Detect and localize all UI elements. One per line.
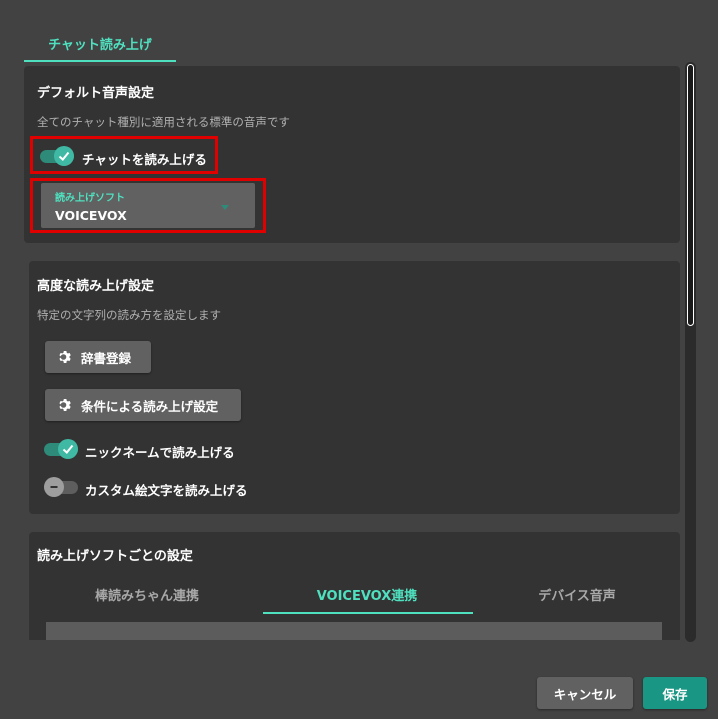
per-software-title: 読み上げソフトごとの設定	[37, 549, 193, 564]
cancel-button[interactable]: キャンセル	[537, 677, 633, 709]
scrollbar-thumb[interactable]	[687, 64, 694, 326]
custom-emoji-toggle-label: カスタム絵文字を読み上げる	[85, 483, 248, 498]
settings-scroll-area[interactable]: デフォルト音声設定 全てのチャット種別に適用される標準の音声です チャットを読み…	[24, 66, 696, 640]
voicevox-settings-panel	[46, 622, 662, 640]
settings-dialog: チャット読み上げ デフォルト音声設定 全てのチャット種別に適用される標準の音声で…	[0, 0, 718, 719]
advanced-reading-title: 高度な読み上げ設定	[37, 279, 155, 294]
read-chat-toggle[interactable]	[40, 146, 76, 166]
voice-software-select-label: 読み上げソフト	[55, 193, 125, 204]
gear-icon	[57, 349, 73, 365]
conditional-reading-button-label: 条件による読み上げ設定	[81, 398, 219, 414]
vertical-scrollbar[interactable]	[685, 62, 696, 642]
per-software-tabs: 棒読みちゃん連携 VOICEVOX連携 デバイス音声	[42, 576, 682, 614]
check-icon	[62, 444, 74, 454]
advanced-reading-card: 高度な読み上げ設定 特定の文字列の読み方を設定します 辞書登録 条件による読み上…	[29, 261, 680, 514]
tab-bouyomi[interactable]: 棒読みちゃん連携	[42, 576, 252, 612]
default-voice-card: デフォルト音声設定 全てのチャット種別に適用される標準の音声です チャットを読み…	[24, 66, 680, 243]
conditional-reading-button[interactable]: 条件による読み上げ設定	[45, 389, 241, 421]
tab-chat-reading[interactable]: チャット読み上げ	[24, 24, 176, 62]
subtab-active-indicator	[263, 612, 473, 614]
per-software-card: 読み上げソフトごとの設定 棒読みちゃん連携 VOICEVOX連携 デバイス音声	[29, 532, 680, 640]
default-voice-title: デフォルト音声設定	[37, 86, 155, 101]
check-icon	[58, 151, 70, 161]
dictionary-button-label: 辞書登録	[81, 350, 132, 366]
toggle-knob	[58, 439, 78, 459]
read-chat-toggle-label: チャットを読み上げる	[82, 152, 207, 167]
toggle-knob	[54, 146, 74, 166]
nickname-toggle-label: ニックネームで読み上げる	[85, 445, 235, 460]
toggle-knob	[44, 477, 64, 497]
voice-software-select[interactable]: 読み上げソフト VOICEVOX	[41, 183, 255, 228]
tab-active-indicator	[24, 60, 176, 62]
tab-device-audio[interactable]: デバイス音声	[472, 576, 682, 612]
tab-voicevox[interactable]: VOICEVOX連携	[262, 576, 472, 612]
nickname-toggle[interactable]	[44, 439, 80, 459]
chevron-down-icon	[221, 205, 229, 210]
voice-software-select-value: VOICEVOX	[55, 208, 127, 223]
minus-icon	[50, 486, 58, 488]
advanced-reading-description: 特定の文字列の読み方を設定します	[37, 308, 221, 322]
dictionary-button[interactable]: 辞書登録	[45, 341, 151, 373]
default-voice-description: 全てのチャット種別に適用される標準の音声です	[37, 115, 290, 129]
save-button[interactable]: 保存	[643, 677, 707, 709]
gear-icon	[57, 397, 73, 413]
top-tabbar: チャット読み上げ	[24, 24, 176, 64]
custom-emoji-toggle[interactable]	[44, 477, 80, 497]
